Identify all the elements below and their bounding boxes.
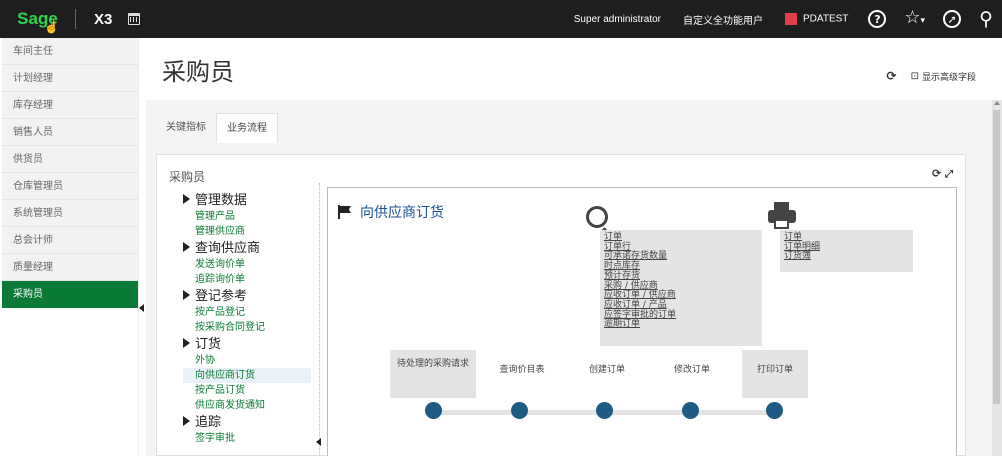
tree-link-register-by-contract[interactable]: 按采购合同登记 bbox=[183, 320, 311, 335]
print-links-box: 订单 订单明细 订货簿 bbox=[780, 230, 913, 272]
tree-collapse-icon[interactable] bbox=[316, 438, 321, 446]
tree-group-label: 查询供应商 bbox=[195, 241, 261, 256]
flow-title-text: 向供应商订货 bbox=[360, 205, 444, 221]
hand-cursor-icon: ☝ bbox=[44, 20, 59, 34]
step-create-order[interactable]: 创建订单 bbox=[572, 362, 642, 375]
sidebar-item-system-admin[interactable]: 系统管理员 bbox=[2, 200, 138, 227]
tree-link-send-rfq[interactable]: 发送询价单 bbox=[183, 257, 311, 272]
sidebar-item-warehouse-manager[interactable]: 仓库管理员 bbox=[2, 173, 138, 200]
tab-business-process[interactable]: 业务流程 bbox=[216, 113, 278, 143]
flow-title: 向供应商订货 bbox=[338, 202, 444, 222]
step-query-price-list[interactable]: 查询价目表 bbox=[486, 362, 558, 375]
tree-group-manage-data[interactable]: 管理数据 bbox=[183, 193, 311, 209]
search-icon[interactable]: ⚲ bbox=[979, 0, 993, 38]
star-icon[interactable]: ☆▾ bbox=[904, 0, 925, 40]
step-dot-create-order[interactable] bbox=[596, 402, 613, 419]
sidebar-item-chief-accountant[interactable]: 总会计师 bbox=[2, 227, 138, 254]
scrollbar-thumb[interactable] bbox=[993, 110, 1000, 404]
triangle-right-icon bbox=[183, 416, 190, 426]
step-dot-print-order[interactable] bbox=[766, 402, 783, 419]
triangle-right-icon bbox=[183, 338, 190, 348]
step-dot-query-price-list[interactable] bbox=[511, 402, 528, 419]
tree-link-supplier-delivery-notice[interactable]: 供应商发货通知 bbox=[183, 398, 311, 413]
step-modify-order[interactable]: 修改订单 bbox=[657, 362, 727, 375]
print-link-order-book[interactable]: 订货簿 bbox=[784, 252, 909, 262]
inquiry-links-box: 订单 订单行 可承诺存货数量 时点库存 预计存货 采购 / 供应商 应收订单 /… bbox=[600, 230, 762, 346]
magnifier-icon bbox=[586, 206, 608, 228]
folder-name: PDATEST bbox=[803, 13, 849, 25]
step-dot-pending-requests[interactable] bbox=[425, 402, 442, 419]
tree-link-track-rfq[interactable]: 追踪询价单 bbox=[183, 272, 311, 287]
tree-group-query-suppliers[interactable]: 查询供应商 bbox=[183, 241, 311, 257]
triangle-right-icon bbox=[183, 194, 190, 204]
sidebar-item-quality-manager[interactable]: 质量经理 bbox=[2, 254, 138, 281]
main-area: 采购员 ⟳ ⊡ 显示高级字段 关键指标 业务流程 采购员 ⟳ ⤢ 管理数据 管理… bbox=[146, 38, 1002, 456]
tree-link-signature-approval[interactable]: 签字审批 bbox=[183, 431, 311, 446]
tree-separator bbox=[319, 183, 320, 456]
process-tree: 管理数据 管理产品 管理供应商 查询供应商 发送询价单 追踪询价单 登记参考 按… bbox=[183, 191, 311, 456]
product-name[interactable]: X3 bbox=[94, 11, 112, 28]
tree-link-order-by-product[interactable]: 按产品订货 bbox=[183, 383, 311, 398]
step-pending-requests[interactable]: 待处理的采购请求 bbox=[390, 356, 476, 369]
user-role[interactable]: 自定义全功能用户 bbox=[683, 12, 763, 27]
header-actions: ⟳ ⊡ 显示高级字段 bbox=[887, 69, 976, 83]
sidebar-collapse-icon[interactable] bbox=[139, 304, 144, 312]
tab-key-indicators[interactable]: 关键指标 bbox=[156, 113, 216, 143]
top-right-actions: Super administrator 自定义全功能用户 PDATEST ? ☆… bbox=[563, 0, 1002, 38]
top-bar: Sage ☝ X3 Super administrator 自定义全功能用户 P… bbox=[0, 0, 1002, 38]
sidebar-item-buyer[interactable]: 采购员 bbox=[2, 281, 138, 308]
flag-icon bbox=[338, 205, 352, 219]
top-divider bbox=[75, 9, 76, 29]
show-advanced-fields-button[interactable]: 显示高级字段 bbox=[922, 70, 976, 83]
content-panel: 关键指标 业务流程 采购员 ⟳ ⤢ 管理数据 管理产品 管理供应商 查询供应商 … bbox=[146, 100, 992, 456]
triangle-right-icon bbox=[183, 242, 190, 252]
page-title: 采购员 bbox=[162, 58, 234, 86]
help-icon[interactable]: ? bbox=[868, 10, 887, 28]
tree-group-label: 订货 bbox=[195, 337, 222, 352]
sidebar-item-planning-manager[interactable]: 计划经理 bbox=[2, 65, 138, 92]
tree-link-manage-products[interactable]: 管理产品 bbox=[183, 209, 311, 224]
expand-icon[interactable]: ⤢ bbox=[945, 169, 953, 180]
calendar-icon[interactable] bbox=[128, 13, 141, 25]
tab-bar: 关键指标 业务流程 bbox=[156, 113, 278, 143]
folder-color-icon bbox=[785, 13, 798, 25]
process-card: 采购员 ⟳ ⤢ 管理数据 管理产品 管理供应商 查询供应商 发送询价单 追踪询价… bbox=[156, 154, 966, 456]
tree-group-ordering[interactable]: 订货 bbox=[183, 337, 311, 353]
tree-group-label: 登记参考 bbox=[195, 289, 248, 304]
tree-group-register-reference[interactable]: 登记参考 bbox=[183, 289, 311, 305]
tree-link-register-by-product[interactable]: 按产品登记 bbox=[183, 305, 311, 320]
sidebar: 车间主任 计划经理 库存经理 销售人员 供货员 仓库管理员 系统管理员 总会计师… bbox=[2, 38, 138, 456]
step-print-order[interactable]: 打印订单 bbox=[742, 362, 808, 375]
tree-link-subcontract[interactable]: 外协 bbox=[183, 353, 311, 368]
advanced-fields-icon[interactable]: ⊡ bbox=[911, 71, 919, 82]
compass-icon[interactable]: ➚ bbox=[943, 10, 962, 28]
refresh-icon[interactable]: ⟳ bbox=[887, 69, 897, 83]
tree-group-tracking[interactable]: 追踪 bbox=[183, 415, 311, 431]
process-flow: 向供应商订货 订单 订单行 可承诺存货数量 时点库存 预计存货 采购 / 供应商… bbox=[327, 187, 957, 456]
tree-group-label: 管理数据 bbox=[195, 193, 248, 208]
chevron-down-icon: ▾ bbox=[920, 15, 926, 26]
tree-link-manage-suppliers[interactable]: 管理供应商 bbox=[183, 224, 311, 239]
sidebar-item-salesperson[interactable]: 销售人员 bbox=[2, 119, 138, 146]
sidebar-edge bbox=[138, 38, 146, 456]
card-title: 采购员 bbox=[169, 170, 206, 184]
card-actions: ⟳ ⤢ bbox=[932, 167, 953, 180]
scroll-up-icon[interactable] bbox=[994, 101, 1000, 105]
tree-group-label: 追踪 bbox=[195, 415, 222, 430]
user-name[interactable]: Super administrator bbox=[574, 14, 661, 25]
sidebar-item-supplier[interactable]: 供货员 bbox=[2, 146, 138, 173]
tree-link-order-from-supplier[interactable]: 向供应商订货 bbox=[183, 368, 311, 383]
folder-selector[interactable]: PDATEST bbox=[785, 13, 848, 25]
sidebar-item-inventory-manager[interactable]: 库存经理 bbox=[2, 92, 138, 119]
sage-logo[interactable]: Sage ☝ bbox=[0, 0, 75, 38]
printer-icon bbox=[768, 202, 796, 230]
triangle-right-icon bbox=[183, 290, 190, 300]
card-refresh-icon[interactable]: ⟳ bbox=[932, 167, 941, 180]
step-dot-modify-order[interactable] bbox=[682, 402, 699, 419]
inquiry-link-overdue-orders[interactable]: 逾期订单 bbox=[604, 320, 758, 330]
sidebar-item-workshop-manager[interactable]: 车间主任 bbox=[2, 38, 138, 65]
